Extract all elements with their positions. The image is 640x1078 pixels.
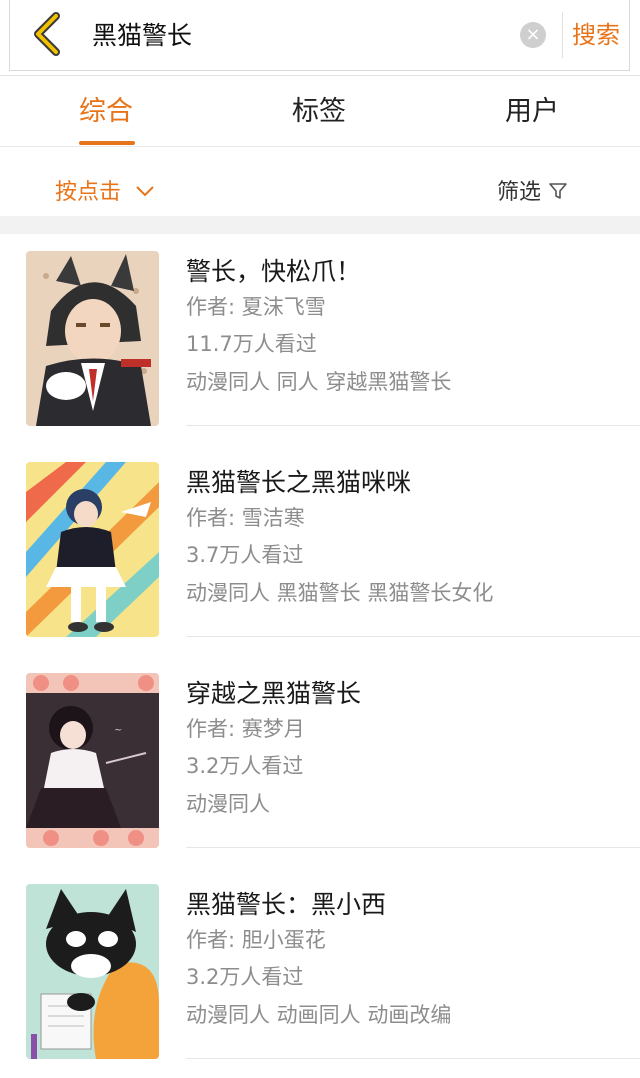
search-box: × 搜索 [9,0,630,71]
item-divider [186,425,640,426]
chevron-down-icon[interactable] [134,181,156,201]
item-author: 作者: 夏沫飞雪 [186,295,326,319]
item-title[interactable]: 黑猫警长之黑猫咪咪 [186,466,411,500]
item-author: 作者: 雪洁寒 [186,506,305,530]
search-divider [562,12,563,58]
item-divider [186,1058,640,1059]
cover-image[interactable] [26,462,159,637]
clear-search-icon[interactable]: × [520,22,546,48]
search-button[interactable]: 搜索 [572,17,620,53]
tab-users[interactable]: 用户 [505,94,559,130]
active-tab-indicator [79,141,135,145]
item-author: 作者: 赛梦月 [186,717,305,741]
svg-text:~: ~ [114,725,122,736]
back-arrow-icon [34,12,60,56]
item-views: 11.7万人看过 [186,332,317,356]
funnel-icon[interactable] [548,181,568,201]
search-header: × 搜索 [0,0,640,76]
cover-image[interactable]: ~ [26,673,159,848]
filter-button[interactable]: 筛选 [497,178,541,208]
item-tags: 动漫同人 同人 穿越黑猫警长 [186,370,452,394]
cover-image[interactable] [26,251,159,426]
item-title[interactable]: 黑猫警长：黑小西 [186,888,386,922]
item-tags: 动漫同人 黑猫警长 黑猫警长女化 [186,581,494,605]
sort-dropdown[interactable]: 按点击 [55,178,121,208]
result-item[interactable]: ~ 穿越之黑猫警长 作者: 赛梦月 3.2万人看过 动漫同人 [0,656,640,867]
tab-tags[interactable]: 标签 [292,94,346,130]
item-divider [186,847,640,848]
result-tabs: 综合 标签 用户 [0,76,640,147]
item-views: 3.2万人看过 [186,754,304,778]
item-tags: 动漫同人 动画同人 动画改编 [186,1003,452,1027]
cover-image[interactable] [26,884,159,1059]
result-item[interactable]: 警长，快松爪！ 作者: 夏沫飞雪 11.7万人看过 动漫同人 同人 穿越黑猫警长 [0,234,640,445]
item-tags: 动漫同人 [186,792,270,816]
section-separator [0,216,640,234]
item-author: 作者: 胆小蛋花 [186,928,326,952]
search-input[interactable] [92,16,512,56]
result-item[interactable]: 黑猫警长：黑小西 作者: 胆小蛋花 3.2万人看过 动漫同人 动画同人 动画改编 [0,867,640,1078]
item-views: 3.7万人看过 [186,543,304,567]
back-button[interactable] [28,12,72,56]
item-divider [186,636,640,637]
tab-comprehensive[interactable]: 综合 [79,94,133,130]
item-title[interactable]: 警长，快松爪！ [186,255,361,289]
item-title[interactable]: 穿越之黑猫警长 [186,677,361,711]
result-item[interactable]: 黑猫警长之黑猫咪咪 作者: 雪洁寒 3.7万人看过 动漫同人 黑猫警长 黑猫警长… [0,445,640,656]
item-views: 3.2万人看过 [186,965,304,989]
